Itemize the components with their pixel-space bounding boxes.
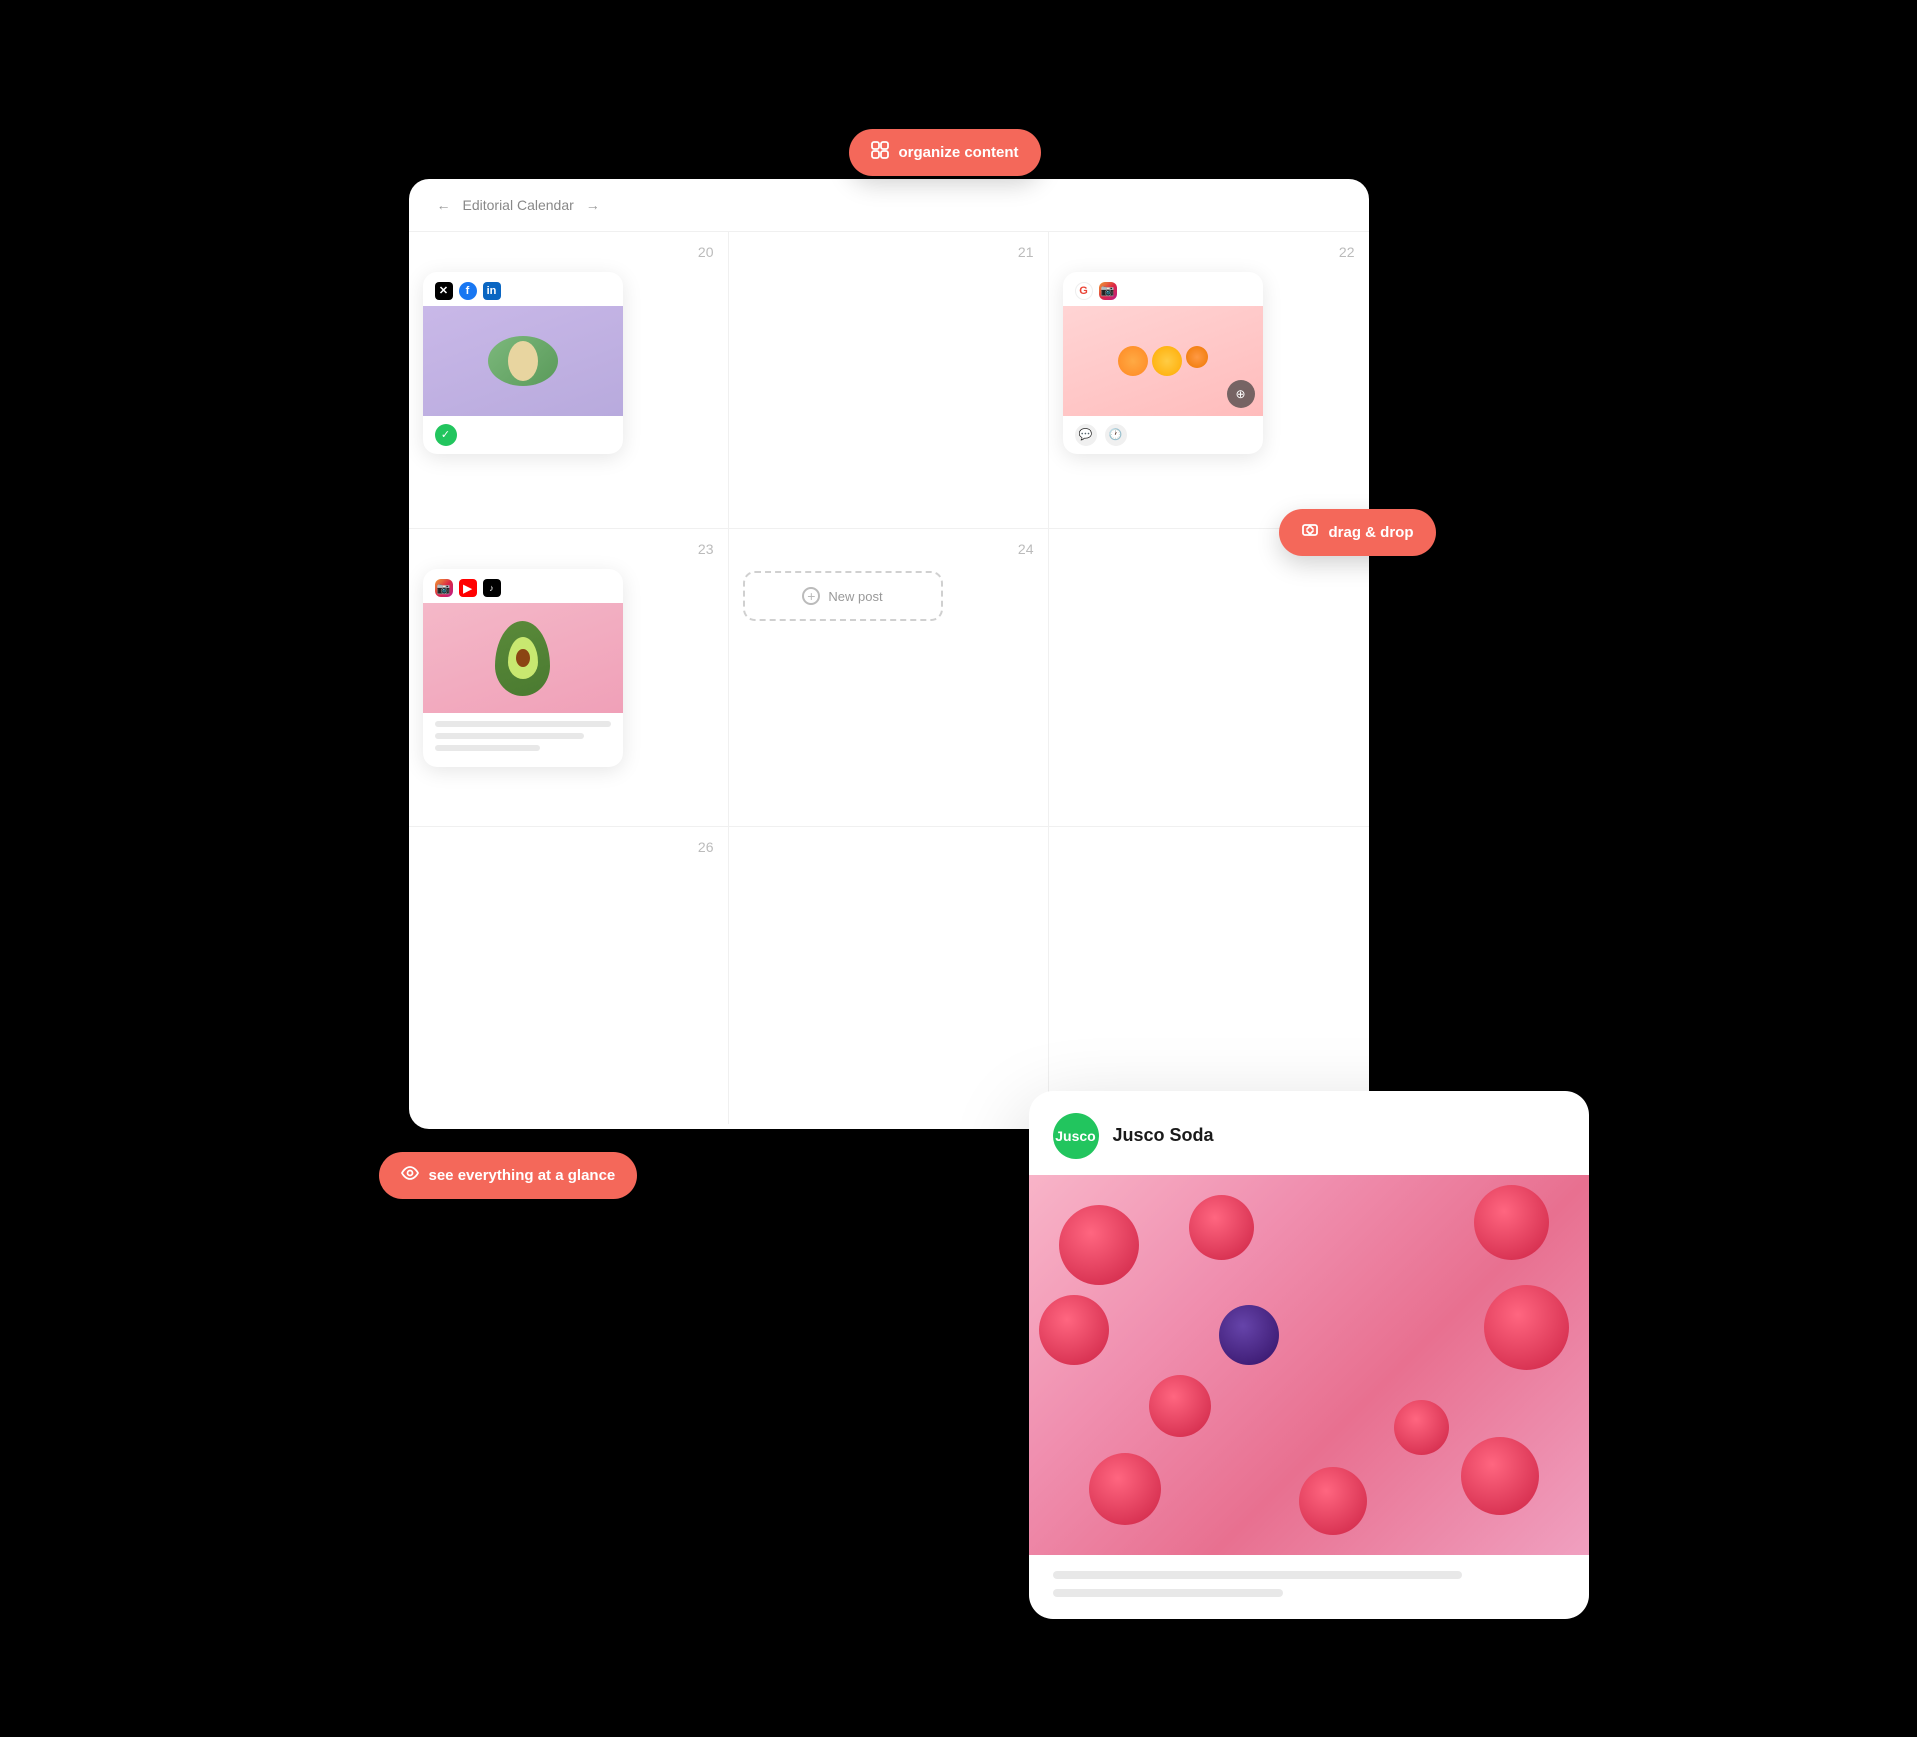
layout-icon — [871, 141, 889, 164]
brand-logo-text: Jusco — [1055, 1128, 1095, 1144]
avocado-inner — [508, 637, 538, 679]
instagram-icon: 📷 — [1099, 282, 1117, 300]
preview-image — [1029, 1175, 1589, 1555]
post-card-footer: ✓ — [423, 416, 623, 454]
melon-shape — [488, 336, 558, 386]
calendar-grid: ← Editorial Calendar → 20 ✕ f in — [409, 179, 1369, 1129]
grid-cell-empty-1 — [729, 827, 1049, 1125]
post-card-header-2: G 📷 — [1063, 272, 1263, 306]
left-arrow-icon[interactable]: ← — [437, 197, 451, 213]
cell-number-20: 20 — [698, 244, 714, 260]
cell-number-26: 26 — [698, 839, 714, 855]
calendar-top-bar: ← Editorial Calendar → — [409, 179, 1369, 231]
post-card-avocado[interactable]: 📷 ▶ ♪ — [423, 569, 623, 767]
text-line-3 — [435, 745, 541, 751]
post-card-citrus[interactable]: G 📷 ⊕ 💬 🕐 — [1063, 272, 1263, 454]
right-arrow-icon[interactable]: → — [586, 197, 600, 213]
preview-card: Jusco Jusco Soda — [1029, 1091, 1589, 1619]
x-icon: ✕ — [435, 282, 453, 300]
post-card-icons: 💬 🕐 — [1063, 416, 1263, 454]
facebook-icon: f — [459, 282, 477, 300]
citrus-overlay-icon: ⊕ — [1227, 380, 1255, 408]
grid-cell-23: 23 📷 ▶ ♪ — [409, 529, 729, 827]
youtube-icon: ▶ — [459, 579, 477, 597]
cell-number-23: 23 — [698, 541, 714, 557]
melon-image — [423, 306, 623, 416]
instagram-icon-2: 📷 — [435, 579, 453, 597]
brand-logo: Jusco — [1053, 1113, 1099, 1159]
eye-icon — [401, 1164, 419, 1187]
calendar-title: Editorial Calendar — [463, 197, 574, 213]
new-post-placeholder[interactable]: + New post — [743, 571, 943, 621]
berry-7 — [1299, 1467, 1367, 1535]
google-icon: G — [1075, 282, 1093, 300]
grid-cell-21: 21 — [729, 232, 1049, 530]
text-line-1 — [435, 721, 611, 727]
tiktok-icon: ♪ — [483, 579, 501, 597]
cell-number-22: 22 — [1339, 244, 1355, 260]
post-card-melon[interactable]: ✕ f in ✓ — [423, 272, 623, 454]
cell-number-24: 24 — [1018, 541, 1034, 557]
melon-inner — [508, 341, 538, 381]
berry-6 — [1089, 1453, 1161, 1525]
see-everything-label: see everything at a glance — [429, 1167, 616, 1184]
cell-number-21: 21 — [1018, 244, 1034, 260]
avocado-shape — [495, 621, 550, 696]
grid-cell-24: 24 + New post — [729, 529, 1049, 827]
post-card-header: ✕ f in — [423, 272, 623, 306]
post-text-lines — [423, 713, 623, 767]
citrus-slice-1 — [1118, 346, 1148, 376]
grid-cell-empty-2 — [1049, 827, 1369, 1125]
calendar-grid-rows: 20 ✕ f in ✓ — [409, 231, 1369, 1125]
grid-cell-25: 25 — [1049, 529, 1369, 827]
preview-header: Jusco Jusco Soda — [1029, 1091, 1589, 1175]
berry-2 — [1189, 1195, 1254, 1260]
berry-5 — [1484, 1285, 1569, 1370]
brand-name: Jusco Soda — [1113, 1125, 1214, 1146]
citrus-fruits — [1118, 346, 1208, 376]
new-post-label: New post — [828, 589, 882, 604]
preview-text-line-2 — [1053, 1589, 1283, 1597]
grid-cell-22: 22 G 📷 ⊕ 💬 — [1049, 232, 1369, 530]
main-scene: ← Editorial Calendar → 20 ✕ f in — [409, 119, 1509, 1619]
drag-icon — [1301, 521, 1319, 544]
post-card-header-3: 📷 ▶ ♪ — [423, 569, 623, 603]
preview-footer — [1029, 1555, 1589, 1619]
plus-icon: + — [802, 587, 820, 605]
linkedin-icon: in — [483, 282, 501, 300]
clock-icon: 🕐 — [1105, 424, 1127, 446]
avocado-image — [423, 603, 623, 713]
drag-drop-badge: drag & drop — [1279, 509, 1436, 556]
text-line-2 — [435, 733, 585, 739]
preview-text-line-1 — [1053, 1571, 1463, 1579]
blackberry-1 — [1219, 1305, 1279, 1365]
grid-cell-20: 20 ✕ f in ✓ — [409, 232, 729, 530]
citrus-slice-3 — [1186, 346, 1208, 368]
berry-10 — [1394, 1400, 1449, 1455]
grid-cell-26: 26 — [409, 827, 729, 1125]
citrus-slice-2 — [1152, 346, 1182, 376]
organize-content-label: organize content — [899, 144, 1019, 161]
drag-drop-label: drag & drop — [1329, 524, 1414, 541]
comment-icon: 💬 — [1075, 424, 1097, 446]
organize-content-badge: organize content — [849, 129, 1041, 176]
berry-1 — [1059, 1205, 1139, 1285]
berry-9 — [1149, 1375, 1211, 1437]
see-everything-badge: see everything at a glance — [379, 1152, 638, 1199]
berry-8 — [1461, 1437, 1539, 1515]
check-icon: ✓ — [435, 424, 457, 446]
berry-4 — [1039, 1295, 1109, 1365]
avocado-seed — [516, 649, 530, 667]
berry-3 — [1474, 1185, 1549, 1260]
citrus-image: ⊕ — [1063, 306, 1263, 416]
